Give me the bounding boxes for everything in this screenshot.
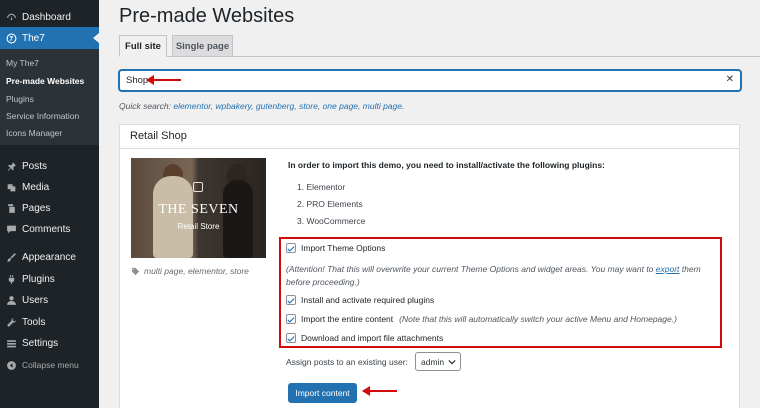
- sidebar-item-label: Settings: [22, 337, 59, 349]
- sidebar-item-label: Media: [22, 181, 50, 193]
- user-icon: [5, 294, 17, 306]
- option-label: Install and activate required plugins: [301, 295, 435, 305]
- demo-title: Retail Shop: [130, 130, 187, 142]
- settings-icon: [5, 337, 17, 349]
- checkbox-checked[interactable]: [286, 314, 296, 324]
- quick-search-link-store[interactable]: store: [299, 101, 318, 111]
- main-content: Pre-made Websites Full site Single page …: [99, 0, 760, 408]
- checkbox-checked[interactable]: [286, 295, 296, 305]
- page-title: Pre-made Websites: [119, 5, 295, 27]
- checkbox-checked[interactable]: [286, 243, 296, 253]
- thumbnail-subtitle: Retail Store: [177, 222, 220, 231]
- brush-icon: [5, 251, 17, 263]
- quick-search-label: Quick search:: [119, 101, 171, 111]
- chevron-down-icon: [448, 359, 456, 365]
- tags-text: multi page, elementor, store: [144, 266, 249, 276]
- pin-icon: [5, 160, 17, 172]
- annotation-arrow-import: [362, 386, 397, 396]
- assign-user-value: admin: [421, 356, 445, 367]
- sidebar-item-label: Pages: [22, 202, 51, 214]
- demo-card: Retail Shop THE SEVEN Retail Store multi…: [119, 124, 740, 408]
- assign-user-label: Assign posts to an existing user:: [286, 357, 408, 367]
- quick-search-link-one-page[interactable]: one page: [323, 101, 358, 111]
- sidebar-item-label: Plugins: [22, 273, 55, 285]
- submenu-service-information[interactable]: Service Information: [6, 111, 79, 121]
- admin-sidebar: Dashboard The7 My The7 Pre-made Websites…: [0, 0, 99, 408]
- demo-card-header: Retail Shop: [120, 125, 739, 149]
- pages-icon: [5, 202, 17, 214]
- sidebar-item-tools[interactable]: Tools: [0, 311, 99, 333]
- import-content-button[interactable]: Import content: [288, 383, 357, 403]
- sidebar-item-posts[interactable]: Posts: [0, 155, 99, 177]
- the7-submenu: My The7 Pre-made Websites Plugins Servic…: [0, 49, 99, 145]
- submenu-pre-made-websites[interactable]: Pre-made Websites: [6, 76, 84, 86]
- sidebar-item-label: The7: [22, 32, 45, 44]
- collapse-icon: [5, 359, 17, 371]
- tag-icon: [131, 267, 140, 275]
- wrench-icon: [5, 316, 17, 328]
- collapse-menu-button[interactable]: Collapse menu: [0, 354, 99, 376]
- sidebar-item-label: Comments: [22, 223, 71, 235]
- sidebar-item-label: Appearance: [22, 251, 76, 263]
- sidebar-item-appearance[interactable]: Appearance: [0, 246, 99, 268]
- sidebar-item-media[interactable]: Media: [0, 176, 99, 198]
- submenu-my-the7[interactable]: My The7: [6, 58, 39, 68]
- sidebar-item-pages[interactable]: Pages: [0, 197, 99, 219]
- plugin-item: 3. WooCommerce: [297, 216, 366, 226]
- sidebar-item-label: Tools: [22, 316, 46, 328]
- demo-tags: multi page, elementor, store: [131, 266, 249, 276]
- checkbox-checked[interactable]: [286, 333, 296, 343]
- option-note: (Note that this will automatically switc…: [399, 314, 677, 324]
- option-import-content[interactable]: Import the entire content (Note that thi…: [286, 314, 677, 324]
- shopping-bag-icon: [193, 182, 203, 192]
- quick-search-link-wpbakery[interactable]: wpbakery: [215, 101, 251, 111]
- submenu-plugins[interactable]: Plugins: [6, 94, 34, 104]
- annotation-highlight-box: [279, 237, 722, 348]
- dashboard-icon: [5, 11, 17, 23]
- plug-icon: [5, 273, 17, 285]
- plugin-item: 2. PRO Elements: [297, 199, 363, 209]
- option-label: Import Theme Options: [301, 243, 386, 253]
- option-label: Download and import file attachments: [301, 333, 444, 343]
- option-import-theme-options[interactable]: Import Theme Options: [286, 243, 385, 253]
- sidebar-item-dashboard[interactable]: Dashboard: [0, 6, 99, 28]
- media-icon: [5, 181, 17, 193]
- tab-divider: [119, 56, 760, 57]
- quick-search-link-elementor[interactable]: elementor: [173, 101, 210, 111]
- export-link[interactable]: export: [656, 264, 680, 274]
- quick-search-link-gutenberg[interactable]: gutenberg: [256, 101, 294, 111]
- sidebar-item-label: Posts: [22, 160, 48, 172]
- attention-text: (Attention! That this will overwrite you…: [286, 264, 656, 274]
- sidebar-item-the7[interactable]: The7: [0, 27, 99, 49]
- option-label: Import the entire content: [301, 314, 394, 324]
- quick-search-link-multi-page[interactable]: multi page: [363, 101, 402, 111]
- sidebar-item-comments[interactable]: Comments: [0, 218, 99, 240]
- attention-note: (Attention! That this will overwrite you…: [286, 263, 716, 289]
- thumbnail-title: THE SEVEN: [158, 202, 239, 217]
- search-value: Shop: [126, 75, 149, 86]
- sidebar-item-plugins[interactable]: Plugins: [0, 268, 99, 290]
- quick-search: Quick search: elementor, wpbakery, guten…: [119, 101, 405, 111]
- annotation-arrow-search: [146, 75, 181, 85]
- sidebar-item-users[interactable]: Users: [0, 289, 99, 311]
- clear-search-icon[interactable]: ✕: [726, 74, 734, 85]
- option-install-plugins[interactable]: Install and activate required plugins: [286, 295, 434, 305]
- plugins-intro: In order to import this demo, you need t…: [288, 160, 605, 170]
- thumbnail-figure: [223, 180, 253, 258]
- sidebar-item-settings[interactable]: Settings: [0, 332, 99, 354]
- collapse-label: Collapse menu: [22, 360, 79, 370]
- plugin-item: 1. Elementor: [297, 182, 346, 192]
- comments-icon: [5, 223, 17, 235]
- search-input[interactable]: Shop ✕: [119, 70, 741, 91]
- tab-single-page[interactable]: Single page: [172, 35, 233, 57]
- sidebar-item-label: Users: [22, 294, 49, 306]
- assign-user-select[interactable]: admin: [415, 352, 461, 371]
- the7-icon: [5, 32, 17, 44]
- submenu-icons-manager[interactable]: Icons Manager: [6, 128, 62, 138]
- sidebar-item-label: Dashboard: [22, 11, 71, 23]
- option-download-attachments[interactable]: Download and import file attachments: [286, 333, 443, 343]
- demo-thumbnail[interactable]: THE SEVEN Retail Store: [131, 158, 266, 258]
- tab-full-site[interactable]: Full site: [119, 35, 167, 57]
